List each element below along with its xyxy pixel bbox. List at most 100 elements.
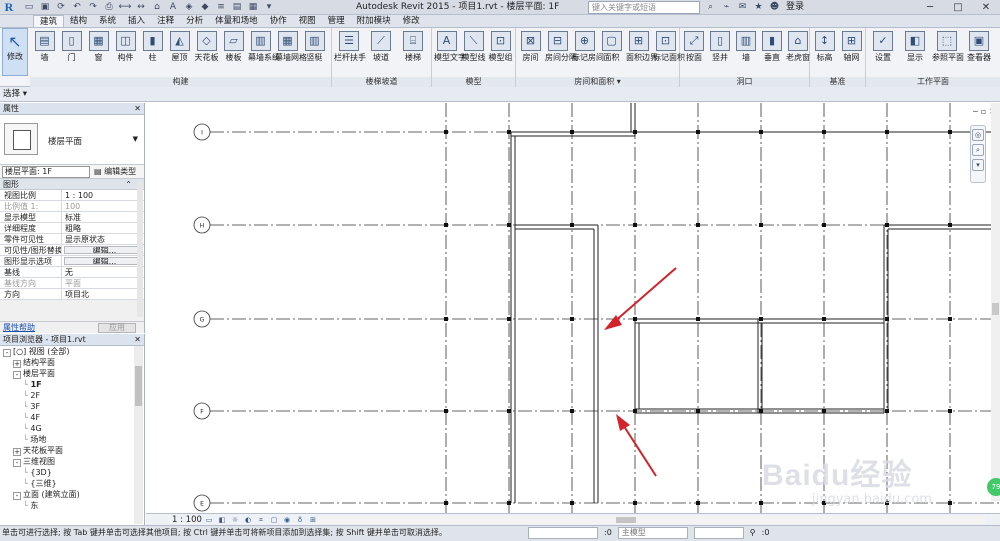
build-button-8[interactable]: ▥ 幕墙系统 — [248, 31, 280, 63]
expand-icon[interactable]: + — [13, 448, 21, 456]
tab-4[interactable]: 注释 — [151, 15, 180, 27]
circ-button-0[interactable]: ☰ 栏杆扶手 — [334, 31, 366, 63]
horizontal-scroll-thumb[interactable] — [616, 517, 636, 523]
modify-button[interactable]: ↖ 修改 — [2, 28, 28, 76]
build-button-6[interactable]: ◇ 天花板 — [194, 31, 219, 63]
close-icon[interactable]: ✕ — [134, 103, 141, 115]
view-restore-icon[interactable]: ▫ — [981, 107, 986, 116]
model-button-1[interactable]: ⟍ 模型线 — [461, 31, 486, 63]
properties-scrollbar[interactable] — [137, 182, 143, 317]
sun-path-icon[interactable]: ☼ — [230, 515, 240, 525]
property-value[interactable]: 显示原状态 — [62, 234, 144, 244]
room-button-0[interactable]: ⊠ 房间 — [518, 31, 543, 63]
redo-icon[interactable]: ↷ — [86, 1, 100, 14]
edit-type-button[interactable]: ▤ 编辑类型 — [94, 166, 136, 178]
property-row[interactable]: 视图比例 1 : 100 — [0, 190, 144, 201]
maximize-button[interactable]: □ — [944, 0, 972, 15]
zoom-icon[interactable]: ⌕ — [972, 144, 984, 156]
browser-item[interactable]: └ 4F — [0, 412, 144, 423]
room-button-5[interactable]: ⊡ 标记面积 — [653, 31, 685, 63]
nav-options-icon[interactable]: ▾ — [972, 159, 984, 171]
detail-level-icon[interactable]: ▭ — [204, 515, 214, 525]
property-value[interactable]: 项目北 — [62, 289, 144, 299]
model-button-0[interactable]: A 模型文字 — [434, 31, 466, 63]
temporary-hide-icon[interactable]: ◉ — [282, 515, 292, 525]
search-icon[interactable]: ⌕ — [704, 1, 717, 14]
property-value[interactable]: 平面 — [62, 278, 144, 288]
horizontal-scrollbar[interactable] — [316, 516, 986, 524]
3d-view-icon[interactable]: ◈ — [182, 1, 196, 14]
wp-button-3[interactable]: ▣ 查看器 — [964, 31, 994, 63]
close-hidden-icon[interactable]: ▤ — [230, 1, 244, 14]
steering-wheel-icon[interactable]: ◎ — [972, 129, 984, 141]
property-value[interactable]: 编辑... — [64, 246, 142, 254]
tab-11[interactable]: 修改 — [397, 15, 426, 27]
collapse-icon[interactable]: - — [3, 349, 11, 357]
tab-10[interactable]: 附加模块 — [351, 15, 397, 27]
section-icon[interactable]: ◆ — [198, 1, 212, 14]
help-search-input[interactable]: 键入关键字或短语 — [588, 1, 700, 14]
opening-button-0[interactable]: ⤢ 按面 — [682, 31, 706, 63]
property-value[interactable]: 1 : 100 — [62, 190, 144, 200]
wp-button-1[interactable]: ◧ 显示 — [900, 31, 930, 63]
show-crop-icon[interactable]: ▢ — [269, 515, 279, 525]
opening-button-4[interactable]: ⌂ 老虎窗 — [786, 31, 810, 63]
property-row[interactable]: 比例值 1: 100 — [0, 201, 144, 212]
property-row[interactable]: 方向 项目北 — [0, 289, 144, 300]
print-icon[interactable]: ⎙ — [102, 1, 116, 14]
close-icon[interactable]: ✕ — [134, 334, 141, 346]
communication-icon[interactable]: ✉ — [736, 1, 749, 14]
subscription-icon[interactable]: ⌁ — [720, 1, 733, 14]
browser-item[interactable]: └ 3F — [0, 401, 144, 412]
browser-scrollbar[interactable] — [134, 346, 143, 524]
tab-7[interactable]: 协作 — [264, 15, 293, 27]
wp-button-0[interactable]: ✓ 设置 — [868, 31, 898, 63]
properties-help-link[interactable]: 属性帮助 — [3, 322, 35, 334]
expand-icon[interactable]: + — [13, 360, 21, 368]
opening-button-1[interactable]: ▯ 竖井 — [708, 31, 732, 63]
browser-item[interactable]: - [○] 视图 (全部) — [0, 346, 144, 357]
vertical-scroll-thumb[interactable] — [992, 303, 999, 315]
tag-icon[interactable]: ⌂ — [150, 1, 164, 14]
shadows-icon[interactable]: ◐ — [243, 515, 253, 525]
property-row[interactable]: 图形显示选项 编辑... — [0, 256, 144, 267]
property-row[interactable]: 零件可见性 显示原状态 — [0, 234, 144, 245]
tab-9[interactable]: 管理 — [322, 15, 351, 27]
tab-6[interactable]: 体量和场地 — [209, 15, 264, 27]
aligned-dimension-icon[interactable]: ↔ — [134, 1, 148, 14]
tab-3[interactable]: 插入 — [122, 15, 151, 27]
property-value[interactable]: 无 — [62, 267, 144, 277]
property-row[interactable]: 可见性/图形替换 编辑... — [0, 245, 144, 256]
browser-item[interactable]: └ 4G — [0, 423, 144, 434]
view-minimize-icon[interactable]: ─ — [973, 107, 978, 116]
minimize-button[interactable]: ─ — [916, 0, 944, 15]
property-row[interactable]: 显示模型 标准 — [0, 212, 144, 223]
build-button-10[interactable]: ▥ 竖梃 — [302, 31, 327, 63]
switch-windows-icon[interactable]: ▦ — [246, 1, 260, 14]
browser-item[interactable]: └ 2F — [0, 390, 144, 401]
tab-5[interactable]: 分析 — [180, 15, 209, 27]
editable-only-toggle[interactable] — [693, 527, 744, 539]
room-button-1[interactable]: ⊟ 房间分隔 — [545, 31, 577, 63]
apply-button[interactable]: 应用 — [98, 323, 136, 333]
tab-2[interactable]: 系统 — [93, 15, 122, 27]
build-button-7[interactable]: ▱ 楼板 — [221, 31, 246, 63]
browser-item[interactable]: - 立面 (建筑立面) — [0, 489, 144, 500]
room-button-2[interactable]: ⊕ 标记房间 — [572, 31, 604, 63]
browser-scroll-thumb[interactable] — [135, 366, 142, 406]
tab-8[interactable]: 视图 — [293, 15, 322, 27]
browser-item[interactable]: └ 东 — [0, 500, 144, 511]
favorites-icon[interactable]: ★ — [752, 1, 765, 14]
browser-item[interactable]: - 楼层平面 — [0, 368, 144, 379]
browser-item[interactable]: └ 场地 — [0, 434, 144, 445]
build-button-3[interactable]: ◫ 构件 — [113, 31, 138, 63]
visual-style-icon[interactable]: ◧ — [217, 515, 227, 525]
build-button-4[interactable]: ▮ 柱 — [140, 31, 165, 63]
user-icon[interactable]: ☻ — [768, 1, 781, 14]
thin-lines-icon[interactable]: ≡ — [214, 1, 228, 14]
room-button-3[interactable]: ▢ 面积 — [599, 31, 624, 63]
room-button-4[interactable]: ⊞ 面积边界 — [626, 31, 658, 63]
model-button-2[interactable]: ⊡ 模型组 — [488, 31, 513, 63]
select-dropdown[interactable]: 选择 ▾ — [3, 88, 27, 101]
browser-item[interactable]: - 三维视图 — [0, 456, 144, 467]
